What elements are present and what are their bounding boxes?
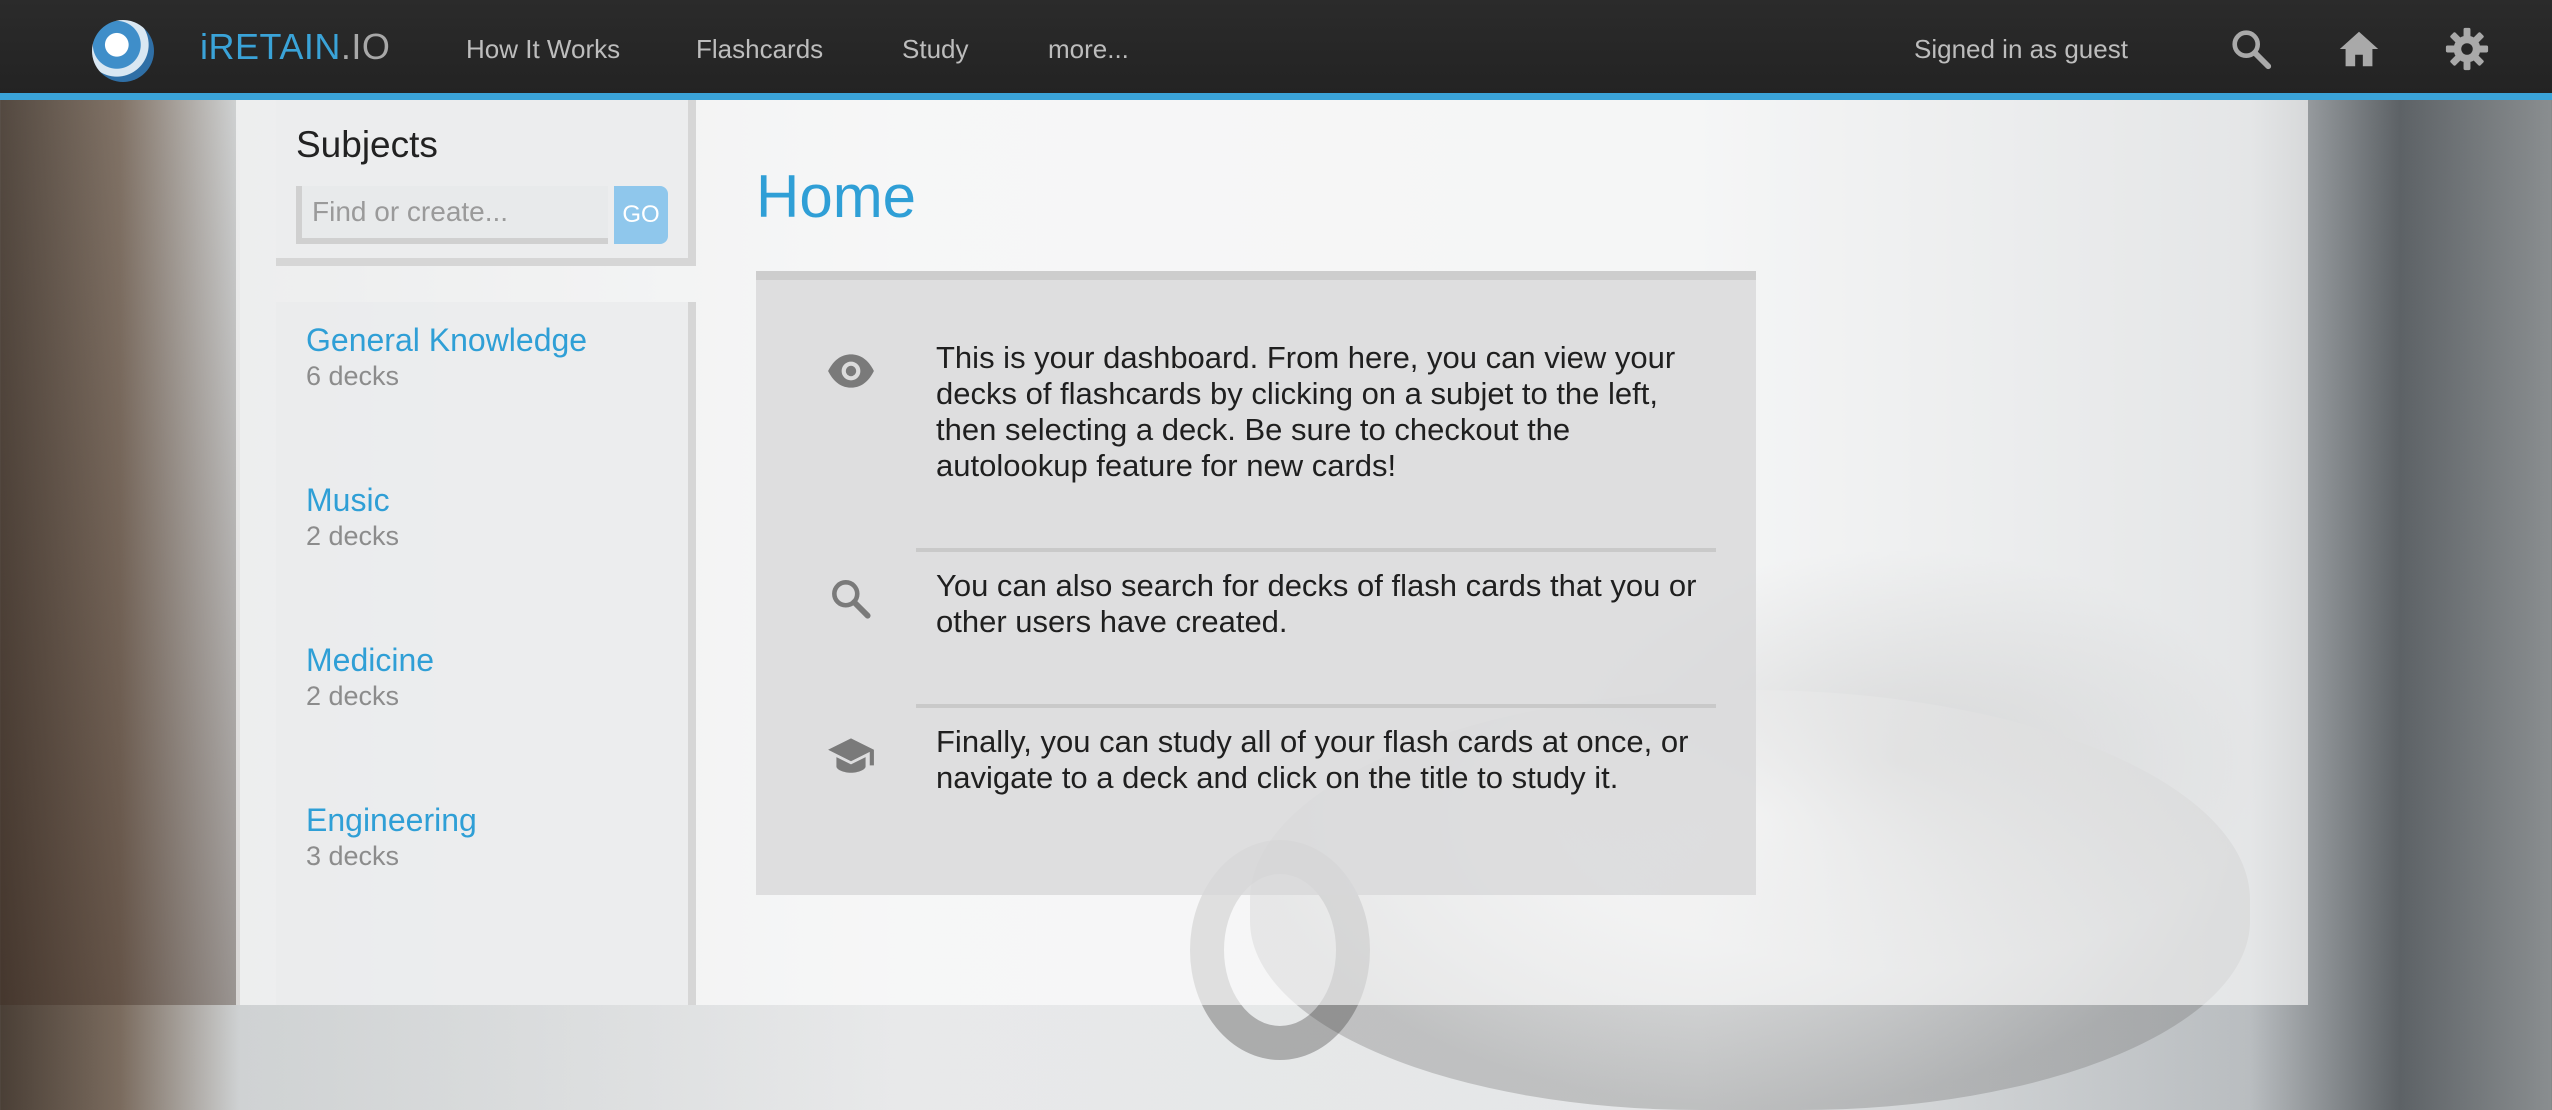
brand-name: iRETAIN bbox=[200, 26, 341, 67]
subject-deck-count: 3 decks bbox=[306, 841, 400, 871]
subject-item-general-knowledge[interactable]: General Knowledge 6 decks bbox=[306, 322, 587, 392]
subject-deck-count: 2 decks bbox=[306, 681, 400, 711]
subject-search-input[interactable] bbox=[302, 186, 608, 238]
subject-name[interactable]: General Knowledge bbox=[306, 322, 587, 359]
nav-how-it-works[interactable]: How It Works bbox=[466, 34, 620, 65]
search-icon[interactable] bbox=[2228, 26, 2274, 72]
subject-name[interactable]: Music bbox=[306, 482, 399, 519]
brand-link[interactable]: iRETAIN.IO bbox=[200, 26, 390, 68]
info-text: This is your dashboard. From here, you c… bbox=[936, 340, 1676, 483]
subject-item-music[interactable]: Music 2 decks bbox=[306, 482, 399, 552]
page-title: Home bbox=[756, 163, 917, 230]
background-shade bbox=[0, 100, 240, 1005]
subject-deck-count: 2 decks bbox=[306, 521, 400, 551]
nav-flashcards[interactable]: Flashcards bbox=[696, 34, 823, 65]
brand-suffix: .IO bbox=[340, 26, 391, 67]
divider bbox=[916, 704, 1716, 708]
signed-in-status: Signed in as guest bbox=[1914, 34, 2128, 64]
subjects-search-box: Subjects GO bbox=[276, 100, 696, 266]
subjects-list: General Knowledge 6 decks Music 2 decks … bbox=[276, 302, 696, 1005]
info-text: Finally, you can study all of your flash… bbox=[936, 724, 1689, 795]
eye-icon bbox=[828, 354, 874, 388]
divider bbox=[916, 548, 1716, 552]
gear-icon[interactable] bbox=[2444, 26, 2490, 72]
home-icon[interactable] bbox=[2336, 26, 2382, 72]
subject-name[interactable]: Medicine bbox=[306, 642, 434, 679]
go-button[interactable]: GO bbox=[614, 186, 668, 244]
subject-item-medicine[interactable]: Medicine 2 decks bbox=[306, 642, 434, 712]
top-navbar: iRETAIN.IO How It Works Flashcards Study… bbox=[0, 0, 2552, 100]
logo-icon[interactable] bbox=[92, 20, 154, 82]
subject-search-wrapper bbox=[296, 186, 608, 244]
subject-deck-count: 6 decks bbox=[306, 361, 400, 391]
nav-more[interactable]: more... bbox=[1048, 34, 1129, 65]
dashboard-info-card: This is your dashboard. From here, you c… bbox=[756, 271, 1756, 895]
graduation-cap-icon bbox=[828, 738, 874, 773]
subject-item-engineering[interactable]: Engineering 3 decks bbox=[306, 802, 477, 872]
search-icon bbox=[832, 580, 871, 619]
subject-name[interactable]: Engineering bbox=[306, 802, 477, 839]
nav-study[interactable]: Study bbox=[902, 34, 969, 65]
info-text: You can also search for decks of flash c… bbox=[936, 568, 1697, 639]
subjects-heading: Subjects bbox=[296, 124, 438, 165]
